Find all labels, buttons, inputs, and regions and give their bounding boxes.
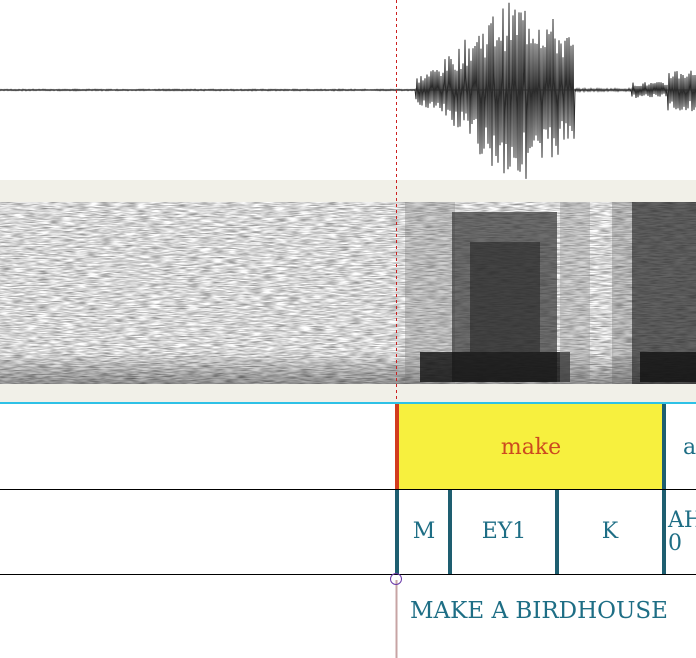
waveform-plot: [0, 2, 696, 179]
cursor-handle[interactable]: [390, 573, 402, 585]
word-tier[interactable]: make a: [0, 402, 696, 491]
phone-boundary[interactable]: [662, 490, 666, 574]
spectrogram-lowband: [0, 352, 696, 384]
phone-interval[interactable]: M: [398, 490, 450, 574]
word-label-a: a: [683, 435, 696, 460]
phone-boundary[interactable]: [448, 490, 452, 574]
word-interval-make[interactable]: make: [398, 404, 664, 491]
tier-divider-2: [0, 574, 696, 575]
waveform-signal: [0, 2, 696, 179]
phone-label: M: [412, 519, 436, 545]
word-label-make: make: [500, 435, 562, 460]
spectrogram-panel[interactable]: [0, 202, 696, 384]
spectrogram-speech-energy: [405, 202, 696, 384]
word-boundary-end[interactable]: [662, 404, 666, 491]
phone-label: AH 0: [668, 507, 696, 556]
panel-separator-2: [0, 384, 696, 402]
phone-interval[interactable]: AH 0: [668, 490, 696, 574]
transcript-text: MAKE A BIRDHOUSE: [410, 598, 668, 624]
panel-separator: [0, 180, 696, 202]
waveform-panel[interactable]: [0, 0, 696, 182]
phone-interval[interactable]: K: [558, 490, 662, 574]
spectrogram-plot: [0, 202, 696, 384]
phone-label: EY1: [481, 519, 527, 545]
phone-label: K: [601, 519, 619, 545]
time-cursor[interactable]: [395, 0, 398, 658]
phone-interval[interactable]: EY1: [452, 490, 556, 574]
phone-tier[interactable]: M EY1 K AH 0: [0, 490, 696, 574]
word-interval-a[interactable]: a: [668, 404, 696, 491]
phone-boundary[interactable]: [555, 490, 559, 574]
